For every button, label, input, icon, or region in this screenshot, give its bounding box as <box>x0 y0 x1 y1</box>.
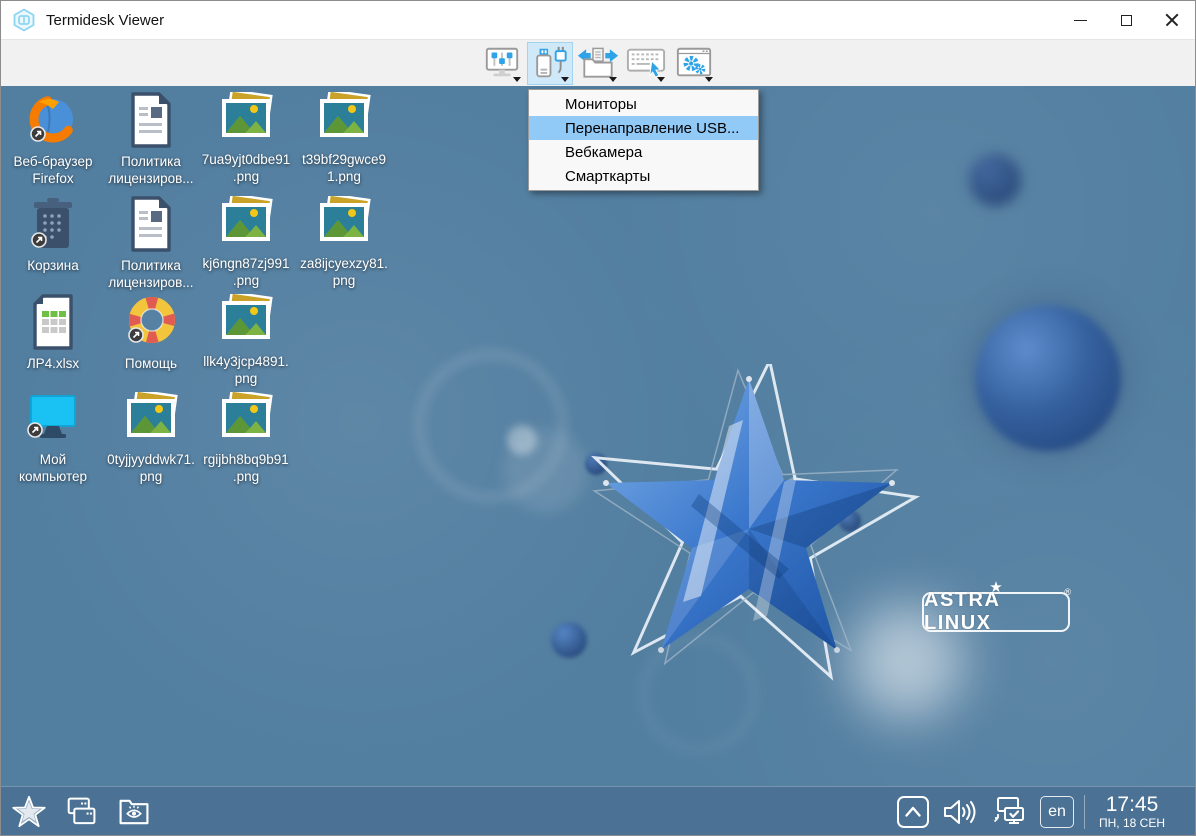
desktop-icon-spreadsheet[interactable]: ЛР4.xlsx <box>5 294 101 372</box>
astra-logo-star-icon: ★ <box>989 578 1002 596</box>
astra-star-wallpaper <box>579 364 925 694</box>
desktop-icon-image[interactable]: 0tyjjyyddwk71. png <box>103 392 199 486</box>
keyboard-shortcut-button[interactable] <box>623 42 669 85</box>
chevron-down-icon <box>561 77 569 82</box>
desktop-icon-label: kj6ngn87zj991 .png <box>202 255 289 290</box>
maximize-icon <box>1121 15 1132 26</box>
clock-date: ПН, 18 СЕН <box>1099 817 1165 830</box>
desktop-icon-label: t39bf29gwce9 1.png <box>302 151 386 186</box>
tray-separator <box>1084 795 1085 829</box>
desktop-icon-label: Корзина <box>27 257 78 274</box>
network-button[interactable] <box>988 794 1030 830</box>
termidesk-viewer-window: Termidesk Viewer <box>0 0 1196 836</box>
desktop-icon-label: Мой компьютер <box>19 451 87 486</box>
menu-item-smartcards[interactable]: Смарткарты <box>529 164 758 188</box>
wallpaper-sphere-large <box>975 305 1121 451</box>
desktop-icon-document[interactable]: Политика лицензиров... <box>103 92 199 188</box>
desktop-icon-image[interactable]: t39bf29gwce9 1.png <box>296 92 392 186</box>
wallpaper-sphere-blurred <box>969 154 1021 206</box>
file-transfer-button[interactable] <box>575 42 621 85</box>
image-file-icon <box>218 92 274 146</box>
minimize-icon <box>1074 20 1087 21</box>
image-file-icon <box>316 92 372 146</box>
menu-item-webcam[interactable]: Вебкамера <box>529 140 758 164</box>
chevron-up-icon <box>896 795 930 829</box>
usb-redirect-button[interactable] <box>527 42 573 85</box>
network-displays-icon <box>988 794 1030 830</box>
desktop-icon-label: llk4y3jcp4891. png <box>203 353 289 388</box>
spreadsheet-icon <box>30 294 76 350</box>
session-settings-button[interactable] <box>671 42 717 85</box>
lifebuoy-icon <box>123 294 179 350</box>
termidesk-logo-icon <box>12 8 36 32</box>
desktop-icon-my-computer[interactable]: Мой компьютер <box>5 392 101 486</box>
desktop-icon-image[interactable]: rgijbh8bq9b91 .png <box>198 392 294 486</box>
desktop-icon-label: za8ijcyexzy81. png <box>300 255 388 290</box>
image-file-icon <box>218 392 274 446</box>
volume-icon <box>940 795 978 829</box>
viewer-toolbar <box>1 39 1195 86</box>
clock[interactable]: 17:45 ПН, 18 СЕН <box>1095 794 1169 830</box>
chevron-down-icon <box>609 77 617 82</box>
window-controls <box>1057 1 1195 39</box>
close-button[interactable] <box>1149 1 1195 39</box>
desktop-icon-label: 0tyjjyyddwk71. png <box>107 451 195 486</box>
astra-logo-reg: ® <box>1064 587 1071 597</box>
maximize-button[interactable] <box>1103 1 1149 39</box>
image-file-icon <box>123 392 179 446</box>
language-indicator[interactable]: en <box>1040 796 1074 828</box>
desktop-icon-label: Веб-браузер Firefox <box>14 153 93 188</box>
usb-dropdown-menu: Мониторы Перенаправление USB... Вебкамер… <box>528 89 759 191</box>
menu-item-usb-redirect[interactable]: Перенаправление USB... <box>529 116 758 140</box>
desktop-icon-label: Помощь <box>125 355 177 372</box>
taskbar: en 17:45 ПН, 18 СЕН <box>1 786 1195 836</box>
window-list-icon <box>62 794 100 830</box>
start-star-icon <box>11 794 47 830</box>
taskbar-left <box>1 794 153 830</box>
desktop-icon-label: 7ua9yjt0dbe91 .png <box>202 151 291 186</box>
desktop-icon-help[interactable]: Помощь <box>103 294 199 372</box>
desktop-icon-label: ЛР4.xlsx <box>27 355 79 372</box>
window-list-button[interactable] <box>62 794 100 830</box>
chevron-down-icon <box>657 77 665 82</box>
remote-desktop-surface[interactable]: ★ ASTRA LINUX ® Веб-браузер Firefox <box>1 86 1195 786</box>
desktop-icon-firefox[interactable]: Веб-браузер Firefox <box>5 92 101 188</box>
window-title: Termidesk Viewer <box>46 12 164 29</box>
image-file-icon <box>316 196 372 250</box>
titlebar: Termidesk Viewer <box>1 1 1195 39</box>
close-icon <box>1165 13 1179 27</box>
chevron-down-icon <box>513 77 521 82</box>
desktop-icon-label: rgijbh8bq9b91 .png <box>203 451 289 486</box>
monitor-icon <box>24 392 82 446</box>
firefox-icon <box>25 92 81 148</box>
image-file-icon <box>218 294 274 348</box>
desktop-icon-trash[interactable]: Корзина <box>5 196 101 274</box>
document-icon <box>128 196 174 252</box>
image-file-icon <box>218 196 274 250</box>
desktop-icon-label: Политика лицензиров... <box>108 153 193 188</box>
desktop-icon-image[interactable]: 7ua9yjt0dbe91 .png <box>198 92 294 186</box>
file-manager-button[interactable] <box>115 794 153 830</box>
trash-icon <box>28 196 78 252</box>
lens-flare-spot <box>507 425 537 455</box>
display-settings-button[interactable] <box>479 42 525 85</box>
clock-time: 17:45 <box>1099 794 1165 816</box>
minimize-button[interactable] <box>1057 1 1103 39</box>
volume-button[interactable] <box>940 795 978 829</box>
document-icon <box>128 92 174 148</box>
astra-linux-logo: ★ ASTRA LINUX ® <box>922 592 1070 632</box>
desktop-icon-image[interactable]: kj6ngn87zj991 .png <box>198 196 294 290</box>
chevron-down-icon <box>705 77 713 82</box>
menu-item-monitors[interactable]: Мониторы <box>529 92 758 116</box>
taskbar-tray: en 17:45 ПН, 18 СЕН <box>896 794 1195 830</box>
tray-expand-button[interactable] <box>896 795 930 829</box>
folder-eye-icon <box>115 794 153 830</box>
start-menu-button[interactable] <box>11 794 47 830</box>
desktop-icon-image[interactable]: llk4y3jcp4891. png <box>198 294 294 388</box>
desktop-icon-label: Политика лицензиров... <box>108 257 193 292</box>
desktop-icon-document[interactable]: Политика лицензиров... <box>103 196 199 292</box>
desktop-icon-image[interactable]: za8ijcyexzy81. png <box>296 196 392 290</box>
